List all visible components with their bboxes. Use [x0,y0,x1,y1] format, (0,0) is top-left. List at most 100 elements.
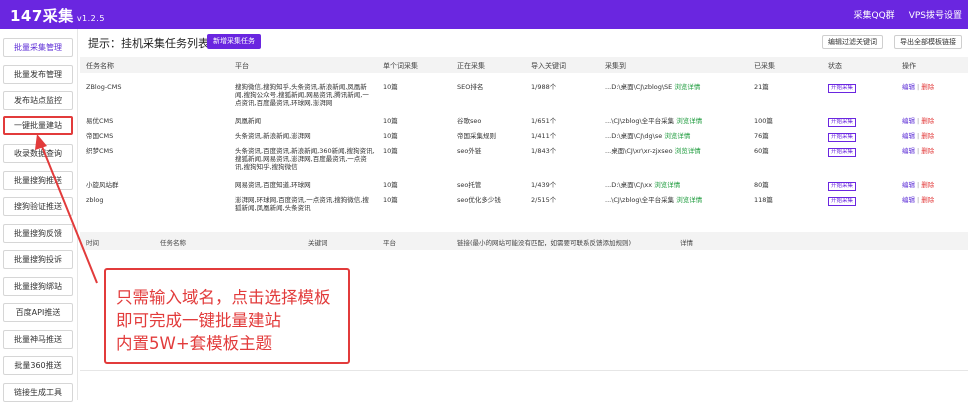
sidebar-item-index-query[interactable]: 收录数据查询 [3,144,73,163]
task-name: 易优CMS [86,117,114,125]
callout-line-1: 只需输入域名，点击选择模板 [116,288,331,307]
task-keywords: 1/988个 [531,83,557,91]
task-name: 织梦CMS [86,147,114,155]
col-status: 状态 [828,62,842,70]
task-count: 21篇 [754,83,769,91]
task-per: 10篇 [383,147,398,155]
view-detail-link[interactable]: 浏览详情 [664,132,690,140]
task-target: ...桌面\CJ\xr\xr-zjxseo [605,147,673,155]
task-keywords: 1/843个 [531,147,557,155]
task-current: 帝国采集规则 [457,132,496,140]
delete-link[interactable]: 删除 [921,147,934,155]
edit-filter-keywords-button[interactable]: 编辑过滤关键词 [822,35,883,49]
view-detail-link[interactable]: 浏览详情 [674,83,700,91]
task-per: 10篇 [383,181,398,189]
edit-link[interactable]: 编辑 [902,117,915,125]
task-platform: 搜狗微信,搜狗知乎,头条资讯,新浪新闻,凤凰新闻,搜狗公众号,搜狐新闻,网易资讯… [235,83,369,107]
start-collect-button[interactable]: 开始采集 [828,182,857,191]
sidebar-item-collect-manage[interactable]: 批量采集管理 [3,38,73,57]
edit-link[interactable]: 编辑 [902,132,915,140]
col-platform: 平台 [235,62,249,70]
sidebar-item-sogou-verify[interactable]: 搜狗验证推送 [3,197,73,216]
delete-link[interactable]: 删除 [921,132,934,140]
task-per: 10篇 [383,196,398,204]
sidebar-item-site-monitor[interactable]: 发布站点监控 [3,91,73,110]
start-collect-button[interactable]: 开始采集 [828,84,857,93]
divider [80,370,968,371]
task-target: ...D:\桌面\CJ\dg\se [605,132,663,140]
task-platform: 头条资讯,新浪新闻,澎湃网 [235,132,311,140]
version-label: v1.2.5 [76,14,105,23]
start-collect-button[interactable]: 开始采集 [828,197,857,206]
start-collect-button[interactable]: 开始采集 [828,118,857,127]
edit-link[interactable]: 编辑 [902,83,915,91]
qq-group-link[interactable]: 采集QQ群 [854,8,895,21]
sidebar-item-360-push[interactable]: 批量360推送 [3,356,73,375]
col-current: 正在采集 [457,62,485,70]
log-col-detail: 详情 [680,239,693,247]
view-detail-link[interactable]: 浏览详情 [675,147,701,155]
task-keywords: 2/515个 [531,196,557,204]
view-detail-link[interactable]: 浏览详情 [676,196,702,204]
sidebar-item-sogou-push[interactable]: 批量搜狗推送 [3,171,73,190]
delete-link[interactable]: 删除 [921,83,934,91]
view-detail-link[interactable]: 浏览详情 [654,181,680,189]
task-per: 10篇 [383,132,398,140]
sidebar-item-sogou-bind[interactable]: 批量搜狗绑站 [3,277,73,296]
view-detail-link[interactable]: 浏览详情 [676,117,702,125]
brand: 147采集 v1.2.5 [10,5,105,26]
task-platform: 凤凰新闻 [235,117,261,125]
top-nav: 采集QQ群 VPS拨号设置 [854,8,962,21]
log-col-time: 时间 [86,239,99,247]
task-keywords: 1/411个 [531,132,557,140]
callout-line-3: 内置5W+套模板主题 [116,334,273,353]
sidebar-item-publish-manage[interactable]: 批量发布管理 [3,65,73,84]
task-table-header: 任务名称 平台 单个词采集 正在采集 导入关键词 采集到 已采集 状态 操作 [80,57,968,73]
new-task-button[interactable]: 新增采集任务 [207,34,261,49]
task-count: 76篇 [754,132,769,140]
col-task-name: 任务名称 [86,62,114,70]
task-platform: 澎湃网,环球网,百度资讯,一点资讯,搜狗微信,搜狐新闻,凤凰新闻,头条资讯 [235,196,369,212]
log-col-task-name: 任务名称 [160,239,186,247]
delete-link[interactable]: 删除 [921,117,934,125]
edit-link[interactable]: 编辑 [902,147,915,155]
task-current: seo优化多少钱 [457,196,501,204]
task-current: SEO排名 [457,83,484,91]
page-hint: 提示：挂机采集任务列表 [88,37,209,50]
sidebar-item-shenma-push[interactable]: 批量神马推送 [3,330,73,349]
task-target: ...\CJ\zblog\全平台采集 [605,196,675,204]
edit-link[interactable]: 编辑 [902,181,915,189]
task-current: seo托管 [457,181,482,189]
sidebar-item-sogou-feedback[interactable]: 批量搜狗反馈 [3,224,73,243]
task-target: ...\CJ\zblog\全平台采集 [605,117,675,125]
task-per: 10篇 [383,117,398,125]
export-template-links-button[interactable]: 导出全部模板链接 [894,35,962,49]
start-collect-button[interactable]: 开始采集 [828,148,857,157]
edit-link[interactable]: 编辑 [902,196,915,204]
sidebar-item-batch-build[interactable]: 一键批量建站 [3,116,73,135]
delete-link[interactable]: 删除 [921,196,934,204]
top-bar: 147采集 v1.2.5 采集QQ群 VPS拨号设置 [0,0,968,29]
task-name: 小旋风站群 [86,181,119,189]
delete-link[interactable]: 删除 [921,181,934,189]
col-import-keywords: 导入关键词 [531,62,566,70]
start-collect-button[interactable]: 开始采集 [828,133,857,142]
task-count: 80篇 [754,181,769,189]
log-col-keyword: 关键词 [308,239,328,247]
log-col-platform: 平台 [383,239,396,247]
task-count: 100篇 [754,117,773,125]
callout-line-2: 即可完成一键批量建站 [116,311,281,330]
task-name: zblog [86,196,104,204]
sidebar-item-baidu-api[interactable]: 百度API推送 [3,303,73,322]
task-target: ...D:\桌面\CJ\xx [605,181,653,189]
task-keywords: 1/439个 [531,181,557,189]
task-count: 60篇 [754,147,769,155]
sidebar-item-link-tool[interactable]: 链接生成工具 [3,383,73,402]
sidebar: 批量采集管理 批量发布管理 发布站点监控 一键批量建站 收录数据查询 批量搜狗推… [0,29,78,402]
vps-settings-link[interactable]: VPS拨号设置 [909,8,962,21]
task-count: 118篇 [754,196,773,204]
task-per: 10篇 [383,83,398,91]
task-platform: 头条资讯,百度资讯,新浪新闻,360新闻,搜狗资讯,搜狐新闻,网易资讯,澎湃网,… [235,147,375,171]
sidebar-item-sogou-complaint[interactable]: 批量搜狗投诉 [3,250,73,269]
task-current: 谷歌seo [457,117,482,125]
